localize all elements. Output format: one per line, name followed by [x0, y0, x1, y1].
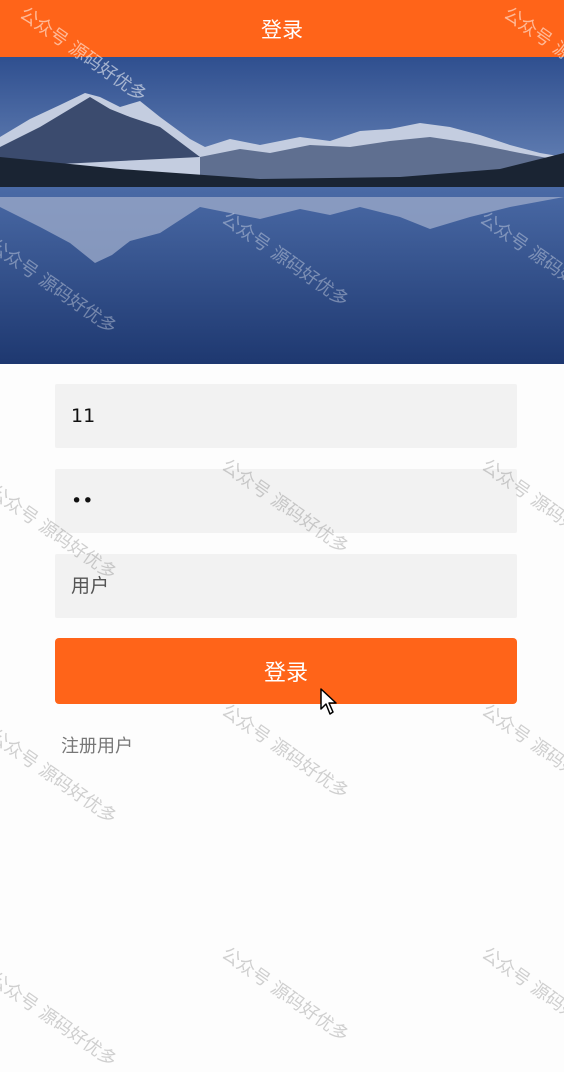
watermark-text: 公众号 源码好优多	[217, 943, 353, 1047]
watermark-text: 公众号 源码好优多	[477, 700, 564, 804]
watermark-text: 公众号 源码好优多	[0, 968, 121, 1072]
username-field[interactable]	[55, 384, 517, 448]
user-type-input[interactable]	[71, 554, 517, 618]
password-input[interactable]	[71, 469, 517, 533]
watermark-text: 公众号 源码好优多	[217, 700, 353, 804]
banner-image	[0, 57, 564, 364]
password-field[interactable]	[55, 469, 517, 533]
page-title: 登录	[261, 17, 303, 42]
register-link[interactable]: 注册用户	[61, 732, 133, 758]
username-input[interactable]	[71, 384, 517, 448]
login-button[interactable]: 登录	[55, 638, 517, 704]
user-type-field[interactable]	[55, 554, 517, 618]
page-header: 登录	[0, 0, 564, 57]
watermark-text: 公众号 源码好优多	[477, 943, 564, 1047]
